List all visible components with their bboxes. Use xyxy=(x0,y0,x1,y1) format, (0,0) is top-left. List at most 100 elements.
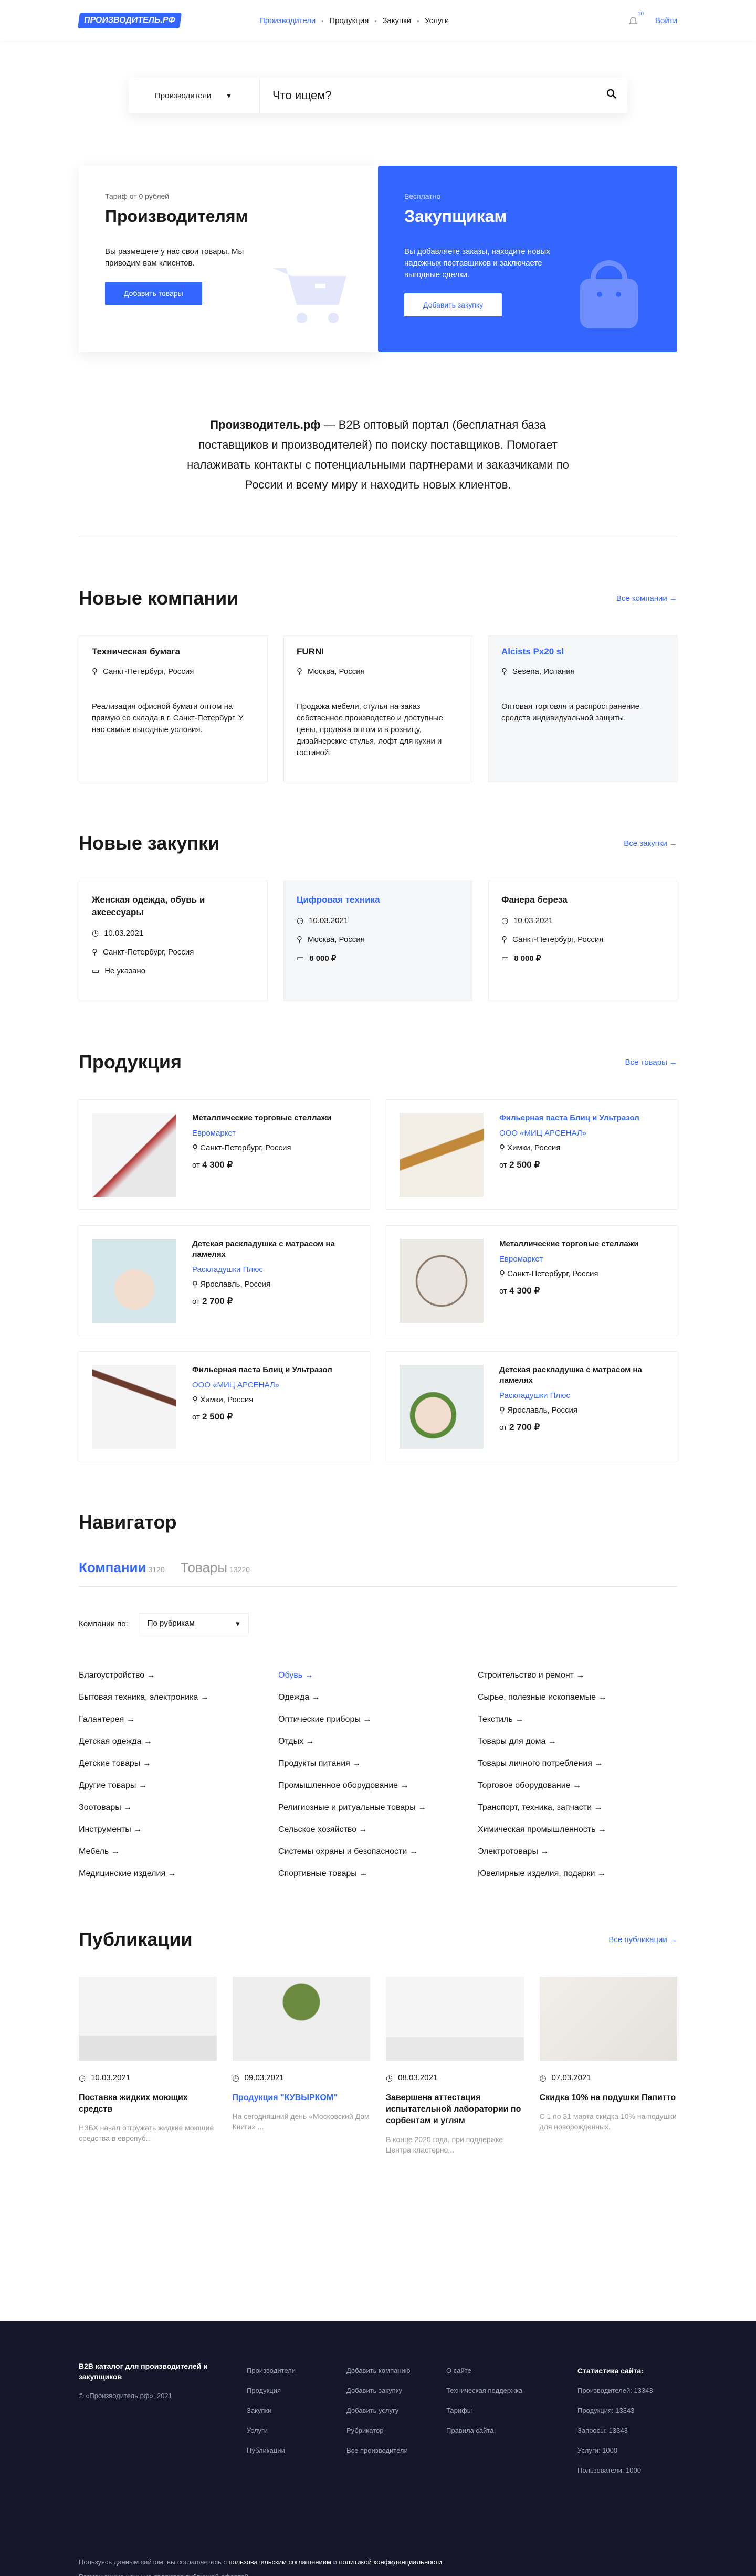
company-card[interactable]: Alcists Px20 sl ⚲ Sesena, Испания Оптовая т… xyxy=(488,635,677,782)
product-seller[interactable]: ООО «МИЦ АРСЕНАЛ» xyxy=(499,1129,639,1138)
purchase-name: Цифровая техника xyxy=(297,895,380,905)
user-agreement-link[interactable]: пользовательским соглашением xyxy=(229,2558,331,2566)
footer-link[interactable]: Добавить компанию xyxy=(346,2361,446,2381)
category-link[interactable]: Религиозные и ритуальные товары → xyxy=(278,1803,478,1812)
product-price: от 2 500 ₽ xyxy=(499,1160,540,1170)
category-link[interactable]: Детские товары → xyxy=(79,1759,278,1768)
category-link[interactable]: Торговое оборудование → xyxy=(478,1781,677,1790)
product-seller[interactable]: Евромаркет xyxy=(192,1129,332,1138)
category-link[interactable]: Электротовары → xyxy=(478,1847,677,1857)
category-link[interactable]: Галантерея → xyxy=(79,1715,278,1724)
category-link[interactable]: Зоотовары → xyxy=(79,1803,278,1812)
purchase-card[interactable]: Фанера береза ◷ 10.03.2021 ⚲ Санкт-Петербург… xyxy=(488,881,677,1001)
add-purchase-button[interactable]: Добавить закупку xyxy=(404,293,502,316)
chevron-down-icon: ▾ xyxy=(227,91,231,100)
all-companies-link[interactable]: Все компании → xyxy=(616,594,677,603)
nav-services[interactable]: Услуги xyxy=(417,16,449,25)
category-link[interactable]: Товары личного потребления → xyxy=(478,1759,677,1768)
product-seller[interactable]: ООО «МИЦ АРСЕНАЛ» xyxy=(192,1381,332,1390)
add-products-button[interactable]: Добавить товары xyxy=(105,282,202,305)
category-link[interactable]: Инструменты → xyxy=(79,1825,278,1835)
product-card[interactable]: Металлические торговые стеллажи Евромарке… xyxy=(79,1099,370,1210)
company-card[interactable]: FURNI ⚲ Москва, Россия Продажа мебели, стул… xyxy=(284,635,472,782)
category-link[interactable]: Благоустройство → xyxy=(79,1671,278,1680)
footer-legal: Пользуясь данным сайтом, вы соглашаетесь… xyxy=(79,2555,442,2576)
purchase-card[interactable]: Женская одежда, обувь и аксессуары ◷ 10.03… xyxy=(79,881,268,1001)
category-link[interactable]: Одежда → xyxy=(278,1693,478,1702)
filter-select[interactable]: По рубрикам ▾ xyxy=(138,1613,249,1634)
category-link[interactable]: Другие товары → xyxy=(79,1781,278,1790)
footer-link[interactable]: Услуги xyxy=(247,2421,346,2441)
tab-companies[interactable]: Компании 3120 xyxy=(79,1560,165,1576)
all-products-link[interactable]: Все товары → xyxy=(625,1058,678,1067)
footer-link[interactable]: Техническая поддержка xyxy=(446,2381,578,2401)
product-card[interactable]: Фильерная паста Блиц и Ультразол ООО «МИЦ… xyxy=(386,1099,677,1210)
category-link[interactable]: Текстиль → xyxy=(478,1715,677,1724)
footer-link[interactable]: Все производители xyxy=(346,2441,446,2461)
footer-link[interactable]: Продукция xyxy=(247,2381,346,2401)
publication-card[interactable]: ◷ 07.03.2021 Скидка 10% на подушки Папитто… xyxy=(539,1977,677,2155)
category-link[interactable]: Отдых → xyxy=(278,1737,478,1746)
product-card[interactable]: Металлические торговые стеллажи Евромарке… xyxy=(386,1225,677,1335)
product-seller[interactable]: Раскладушки Плюс xyxy=(192,1265,356,1274)
footer-link[interactable]: Публикации xyxy=(247,2441,346,2461)
category-link[interactable]: Промышленное оборудование → xyxy=(278,1781,478,1790)
product-name: Детская раскладушка с матрасом на ламеля… xyxy=(192,1239,335,1259)
category-link[interactable]: Сырье, полезные ископаемые → xyxy=(478,1693,677,1702)
footer-about: B2B каталог для производителей и закупщи… xyxy=(79,2361,247,2480)
footer-link[interactable]: Добавить закупку xyxy=(346,2381,446,2401)
search-icon[interactable] xyxy=(596,89,627,102)
logo[interactable]: ПРОИЗВОДИТЕЛЬ.РФ xyxy=(77,13,182,28)
footer-link[interactable]: Добавить услугу xyxy=(346,2401,446,2421)
section-title: Новые закупки xyxy=(79,832,220,854)
category-link[interactable]: Системы охраны и безопасности → xyxy=(278,1847,478,1857)
all-publications-link[interactable]: Все публикации → xyxy=(608,1935,677,1944)
publication-card[interactable]: ◷ 09.03.2021 Продукция "КУВЫРКОМ" На сегодн… xyxy=(232,1977,370,2155)
publication-card[interactable]: ◷ 10.03.2021 Поставка жидких моющих средст… xyxy=(79,1977,217,2155)
nav-purchases[interactable]: Закупки xyxy=(375,16,411,25)
search-input[interactable]: Что ищем? xyxy=(260,89,596,102)
stats-title: Статистика сайта: xyxy=(578,2367,644,2375)
category-link[interactable]: Транспорт, техника, запчасти → xyxy=(478,1803,677,1812)
category-link[interactable]: Обувь → xyxy=(278,1671,478,1680)
product-card[interactable]: Фильерная паста Блиц и Ультразол ООО «МИЦ… xyxy=(79,1351,370,1461)
category-link[interactable]: Мебель → xyxy=(79,1847,278,1857)
nav-producers[interactable]: Производители xyxy=(259,16,316,25)
category-link[interactable]: Сельское хозяйство → xyxy=(278,1825,478,1835)
product-seller[interactable]: Евромаркет xyxy=(499,1255,639,1264)
footer-link[interactable]: Рубрикатор xyxy=(346,2421,446,2441)
category-link[interactable]: Оптические приборы → xyxy=(278,1715,478,1724)
product-seller[interactable]: Раскладушки Плюс xyxy=(499,1391,664,1400)
product-card[interactable]: Детская раскладушка с матрасом на ламеля… xyxy=(79,1225,370,1335)
all-purchases-link[interactable]: Все закупки → xyxy=(624,839,677,848)
category-link[interactable]: Спортивные товары → xyxy=(278,1869,478,1879)
category-link[interactable]: Химическая промышленность → xyxy=(478,1825,677,1835)
bell-icon[interactable]: 10 xyxy=(628,11,644,26)
category-link[interactable]: Продукты питания → xyxy=(278,1759,478,1768)
category-link[interactable]: Медицинские изделия → xyxy=(79,1869,278,1879)
footer-link[interactable]: Тарифы xyxy=(446,2401,578,2421)
stat: Услуги: 1000 xyxy=(578,2446,618,2454)
footer-link[interactable]: Правила сайта xyxy=(446,2421,578,2441)
login-link[interactable]: Войти xyxy=(655,16,677,25)
footer-link[interactable]: О сайте xyxy=(446,2361,578,2381)
company-card[interactable]: Техническая бумага ⚲ Санкт-Петербург, Росс… xyxy=(79,635,268,782)
category-link[interactable]: Строительство и ремонт → xyxy=(478,1671,677,1680)
tab-products[interactable]: Товары 13220 xyxy=(181,1560,250,1576)
purchase-card[interactable]: Цифровая техника ◷ 10.03.2021 ⚲ Москва, Росс… xyxy=(284,881,472,1001)
category-link[interactable]: Товары для дома → xyxy=(478,1737,677,1746)
footer-link[interactable]: Производители xyxy=(247,2361,346,2381)
search-category-select[interactable]: Производители ▾ xyxy=(129,78,260,113)
footer-link[interactable]: Закупки xyxy=(247,2401,346,2421)
nav-products[interactable]: Продукция xyxy=(322,16,369,25)
category-link[interactable]: Бытовая техника, электроника → xyxy=(79,1693,278,1702)
publication-excerpt: В конце 2020 года, при поддержке Центра … xyxy=(386,2135,503,2154)
privacy-policy-link[interactable]: политикой конфиденциальности xyxy=(339,2558,442,2566)
category-link[interactable]: Ювелирные изделия, подарки → xyxy=(478,1869,677,1879)
category-link[interactable]: Детская одежда → xyxy=(79,1737,278,1746)
category-label: Текстиль xyxy=(478,1715,513,1724)
product-card[interactable]: Детская раскладушка с матрасом на ламеля… xyxy=(386,1351,677,1461)
publication-card[interactable]: ◷ 08.03.2021 Завершена аттестация испытате… xyxy=(386,1977,524,2155)
products-grid: Металлические торговые стеллажи Евромарке… xyxy=(79,1099,677,1461)
category-label: Галантерея xyxy=(79,1715,124,1724)
